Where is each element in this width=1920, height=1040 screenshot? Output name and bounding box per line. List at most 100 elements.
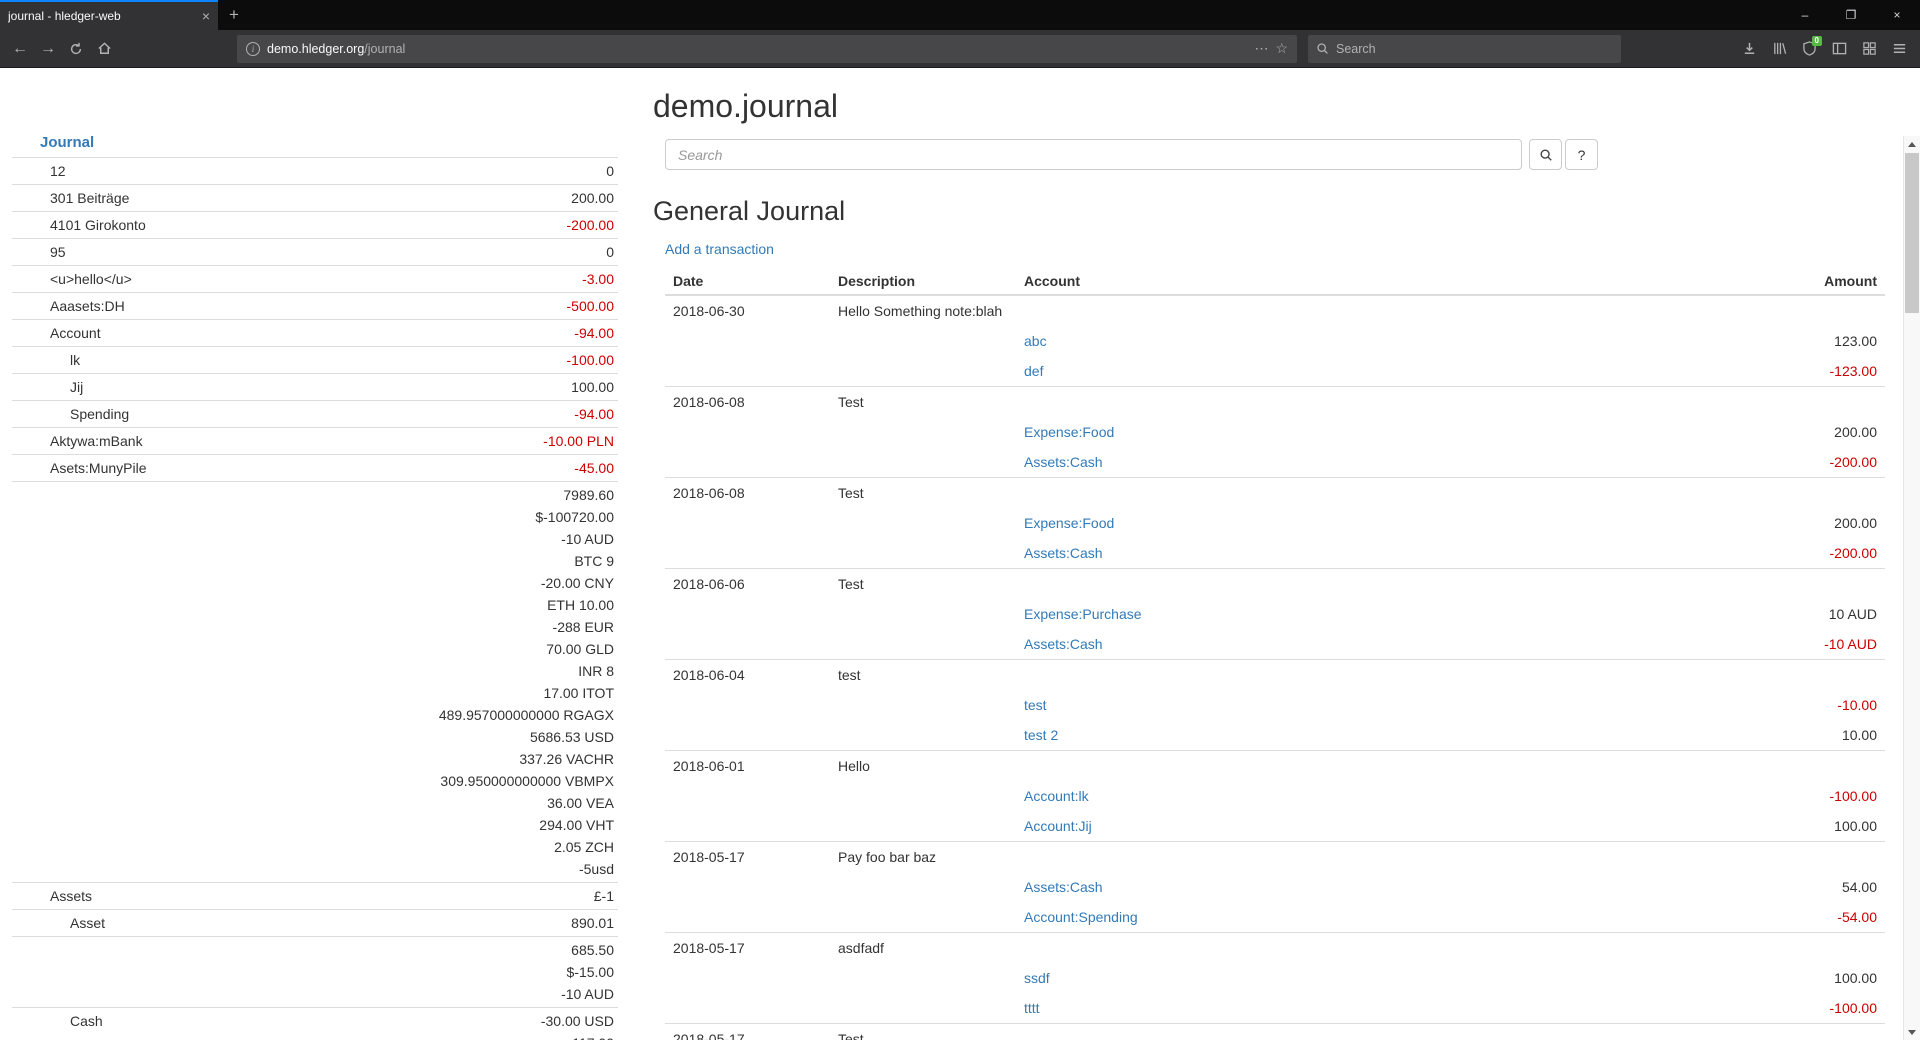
bookmark-star-icon[interactable]: ☆ — [1275, 40, 1288, 57]
posting-account-link[interactable]: Account:Jij — [1024, 818, 1092, 834]
search-help-button[interactable]: ? — [1565, 139, 1598, 170]
scrollbar-thumb[interactable] — [1905, 153, 1919, 313]
menu-hamburger-icon[interactable] — [1884, 35, 1914, 63]
url-path: /journal — [364, 42, 405, 56]
apps-grid-icon[interactable] — [1854, 35, 1884, 63]
sidebar-amount: 685.50 — [277, 939, 614, 961]
posting-amount: 10 AUD — [1416, 599, 1885, 629]
posting-account-link[interactable]: def — [1024, 363, 1043, 379]
posting-account-link[interactable]: tttt — [1024, 1000, 1040, 1016]
sidebar-account-balance: 890.01 — [273, 910, 618, 937]
sidebar-account-balance: -500.00 — [273, 293, 618, 320]
sidebar-journal-link[interactable]: Journal — [40, 134, 94, 151]
scrollbar-down-arrow[interactable] — [1904, 1024, 1920, 1040]
posting-amount: 100.00 — [1416, 811, 1885, 842]
posting-account-link[interactable]: abc — [1024, 333, 1047, 349]
site-info-icon[interactable]: i — [246, 42, 260, 56]
sidebar-account-balance: 100.00 — [273, 374, 618, 401]
sidebar-account-row: 4101 Girokonto-200.00 — [12, 212, 618, 239]
scrollbar-up-arrow[interactable] — [1904, 136, 1920, 152]
search-icon — [1539, 148, 1553, 162]
posting-amount: -123.00 — [1416, 356, 1885, 387]
posting-row: abc123.00 — [665, 326, 1885, 356]
reload-icon[interactable] — [62, 35, 90, 63]
sidebar-account-name[interactable]: 301 Beiträge — [12, 185, 273, 212]
sidebar-account-name[interactable]: 4101 Girokonto — [12, 212, 273, 239]
sidebar-account-name[interactable]: Account — [12, 320, 273, 347]
sidebar-account-balance: 685.50$-15.00-10 AUD — [273, 937, 618, 1008]
sidebar-amount: ETH 10.00 — [277, 594, 614, 616]
sidebar-account-name[interactable]: Assets — [12, 883, 273, 910]
posting-account-link[interactable]: Account:lk — [1024, 788, 1089, 804]
url-text: demo.hledger.org/journal — [267, 42, 1247, 56]
sidebar-account-balance: -94.00 — [273, 401, 618, 428]
sidebar-account-name[interactable]: Spending — [12, 401, 273, 428]
sidebar-account-balance: -30.00 USD-117.00 — [273, 1008, 618, 1040]
library-icon[interactable] — [1764, 35, 1794, 63]
url-bar[interactable]: i demo.hledger.org/journal ⋯ ☆ — [237, 35, 1297, 63]
extension-shield-icon[interactable]: 0 — [1794, 35, 1824, 63]
sidebar-amount: -5usd — [277, 858, 614, 880]
sidebar-account-name[interactable]: Aktywa:mBank — [12, 428, 273, 455]
posting-account-link[interactable]: ssdf — [1024, 970, 1050, 986]
sidebar-account-name[interactable]: lk — [12, 347, 273, 374]
window-close-button[interactable]: × — [1874, 0, 1920, 30]
sidebar-amount: -500.00 — [277, 295, 614, 317]
posting-row: Assets:Cash-200.00 — [665, 447, 1885, 478]
posting-account-link[interactable]: Assets:Cash — [1024, 636, 1103, 652]
download-icon[interactable] — [1734, 35, 1764, 63]
posting-amount: 200.00 — [1416, 508, 1885, 538]
posting-account-link[interactable]: Assets:Cash — [1024, 454, 1103, 470]
sidebar-account-row: lk-100.00 — [12, 347, 618, 374]
forward-button[interactable]: → — [34, 35, 62, 63]
sidebar-account-balance: -200.00 — [273, 212, 618, 239]
transaction-date: 2018-06-30 — [665, 295, 830, 326]
extension-badge: 0 — [1812, 36, 1822, 46]
window-minimize-button[interactable]: – — [1782, 0, 1828, 30]
journal-search-button[interactable] — [1529, 139, 1562, 170]
sidebar-account-name[interactable]: <u>hello</u> — [12, 266, 273, 293]
sidebar-account-name[interactable]: Asets:MunyPile — [12, 455, 273, 482]
toolbar-search-field[interactable]: Search — [1308, 35, 1621, 63]
sidebar-account-name[interactable]: Aaasets:DH — [12, 293, 273, 320]
sidebar-account-name[interactable]: 95 — [12, 239, 273, 266]
page-actions-icon[interactable]: ⋯ — [1254, 40, 1268, 57]
sidebar-account-name[interactable]: Cash — [12, 1008, 273, 1040]
transaction-row: 2018-06-08Test — [665, 387, 1885, 418]
posting-account-link[interactable]: Assets:Cash — [1024, 879, 1103, 895]
posting-account-link[interactable]: test 2 — [1024, 727, 1058, 743]
tab-title: journal - hledger-web — [8, 9, 196, 23]
posting-account-link[interactable]: Expense:Food — [1024, 424, 1114, 440]
journal-search-input[interactable] — [665, 139, 1522, 170]
sidebar-account-row: Asets:MunyPile-45.00 — [12, 455, 618, 482]
back-button[interactable]: ← — [6, 35, 34, 63]
sidebar-account-name[interactable]: Jij — [12, 374, 273, 401]
sidebar-account-balance: 200.00 — [273, 185, 618, 212]
transaction-date: 2018-06-01 — [665, 751, 830, 782]
add-transaction-link[interactable]: Add a transaction — [665, 241, 774, 257]
sidebar-amount: -94.00 — [277, 403, 614, 425]
posting-account-link[interactable]: Expense:Purchase — [1024, 606, 1142, 622]
browser-toolbar: ← → i demo.hledger.org/journal ⋯ ☆ Searc… — [0, 30, 1920, 68]
transaction-description: Pay foo bar baz — [830, 842, 1016, 873]
posting-account-link[interactable]: Expense:Food — [1024, 515, 1114, 531]
new-tab-button[interactable]: + — [218, 0, 250, 30]
url-domain: demo.hledger.org — [267, 42, 364, 56]
sidebar-amount: 70.00 GLD — [277, 638, 614, 660]
home-icon[interactable] — [90, 35, 118, 63]
sidebar-account-name[interactable]: Asset — [12, 910, 273, 937]
sidebar-account-name[interactable]: 12 — [12, 158, 273, 185]
tab-close-icon[interactable]: × — [202, 8, 210, 24]
sidebar-account-row: 950 — [12, 239, 618, 266]
window-maximize-button[interactable]: ❐ — [1828, 0, 1874, 30]
section-heading: General Journal — [653, 196, 1893, 226]
browser-tab[interactable]: journal - hledger-web × — [0, 0, 218, 30]
vertical-scrollbar[interactable] — [1903, 136, 1920, 1040]
posting-account-link[interactable]: Account:Spending — [1024, 909, 1138, 925]
posting-amount: 10.00 — [1416, 720, 1885, 751]
sidebar-account-row: 7989.60$-100720.00-10 AUDBTC 9-20.00 CNY… — [12, 482, 618, 883]
posting-account-link[interactable]: test — [1024, 697, 1047, 713]
transaction-description: Test — [830, 569, 1016, 600]
sidebar-toggle-icon[interactable] — [1824, 35, 1854, 63]
posting-account-link[interactable]: Assets:Cash — [1024, 545, 1103, 561]
